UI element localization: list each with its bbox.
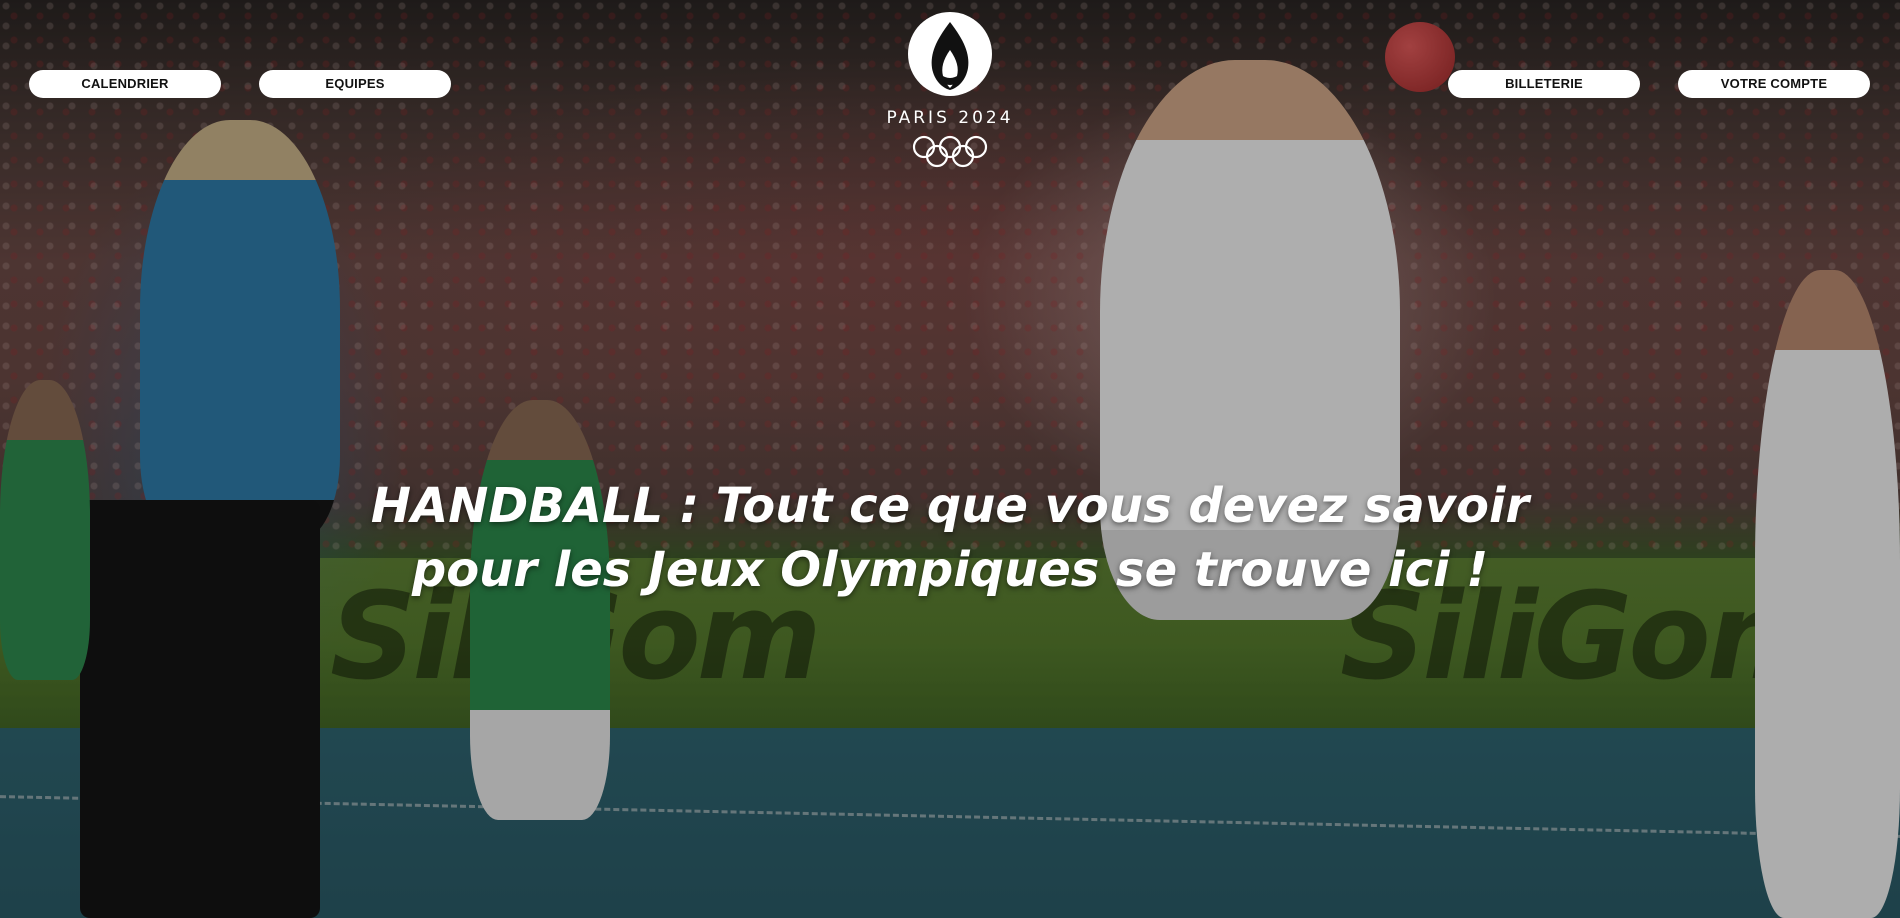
nav-billeterie-button[interactable]: BILLETERIE <box>1448 70 1640 98</box>
nav-votre-compte-button[interactable]: VOTRE COMPTE <box>1678 70 1870 98</box>
hero-section: SiliGom SiliGom CALENDRIER EQUIPES BILLE… <box>0 0 1900 918</box>
olympic-rings-icon <box>912 135 988 168</box>
olympic-flame-icon <box>908 12 992 96</box>
logo-text: PARIS 2024 <box>886 108 1014 128</box>
nav-calendrier-button[interactable]: CALENDRIER <box>29 70 221 98</box>
nav-equipes-button[interactable]: EQUIPES <box>259 70 451 98</box>
paris-2024-logo[interactable]: PARIS 2024 <box>870 10 1030 170</box>
hero-headline: HANDBALL : Tout ce que vous devez savoir… <box>370 478 1530 598</box>
